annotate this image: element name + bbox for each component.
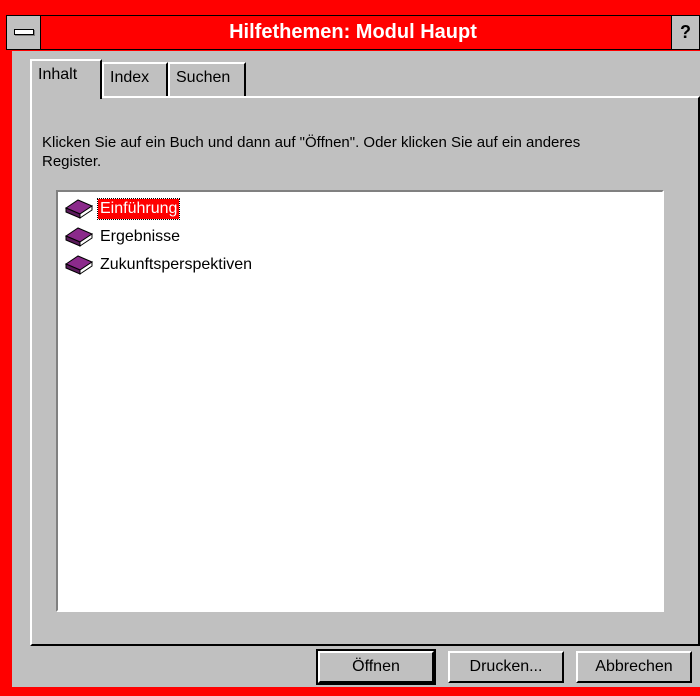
book-icon [64,199,94,219]
help-button[interactable]: ? [671,16,699,49]
cancel-button[interactable]: Abbrechen [576,651,692,683]
topics-list[interactable]: Einführung Ergebnisse Zukunftsperspektiv… [56,190,664,612]
list-item-label: Zukunftsperspektiven [100,256,253,273]
list-item-label: Ergebnisse [100,228,181,245]
list-item[interactable]: Zukunftsperspektiven [64,253,254,277]
list-item[interactable]: Einführung [64,197,181,221]
list-item[interactable]: Ergebnisse [64,225,182,249]
tab-inhalt[interactable]: Inhalt [30,59,102,99]
tab-suchen[interactable]: Suchen [168,62,246,96]
print-button[interactable]: Drucken... [448,651,564,683]
window-title: Hilfethemen: Modul Haupt [229,21,477,43]
tab-index[interactable]: Index [102,62,168,96]
book-icon [64,227,94,247]
instructions-text: Klicken Sie auf ein Buch und dann auf "Ö… [42,134,581,170]
list-item-label: Einführung [96,198,181,220]
system-menu-icon [14,29,34,35]
help-topics-window: Hilfethemen: Modul Haupt ? Inhalt Index … [0,0,700,696]
book-icon [64,255,94,275]
open-button[interactable]: Öffnen [316,649,436,685]
system-menu-button[interactable] [7,16,41,49]
dialog-client-area: Inhalt Index Suchen Klicken Sie auf ein … [12,51,700,687]
title-bar[interactable]: Hilfethemen: Modul Haupt ? [6,15,700,50]
